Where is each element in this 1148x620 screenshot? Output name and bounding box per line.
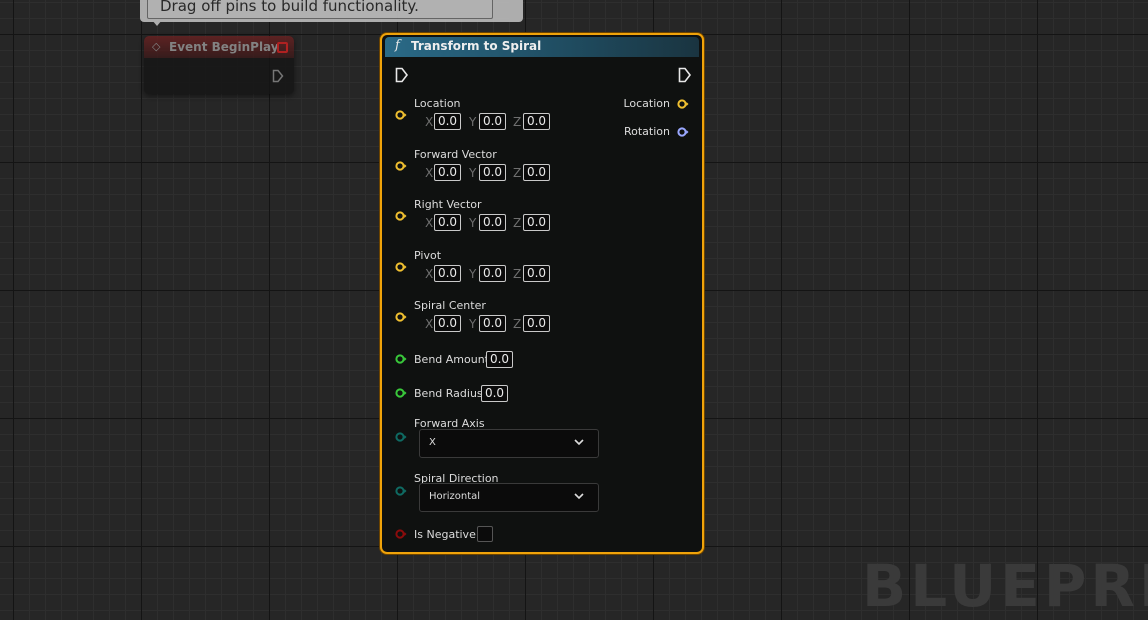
blueprint-watermark: BLUEPRI (862, 552, 1148, 620)
y-axis-label: Y (469, 317, 477, 331)
comment-tail (152, 20, 162, 26)
output-rotation-pin-icon[interactable] (677, 127, 689, 137)
right-vector-x-field[interactable]: 0.0 (434, 214, 461, 231)
delegate-pin-icon[interactable] (277, 42, 288, 53)
location-label: Location (414, 97, 461, 110)
output-location-label: Location (623, 97, 670, 110)
z-axis-label: Z (513, 267, 522, 281)
location-x-field[interactable]: 0.0 (434, 113, 461, 130)
x-axis-label: X (425, 267, 434, 281)
forward-axis-dropdown[interactable]: X (419, 429, 599, 458)
z-axis-label: Z (513, 166, 522, 180)
node-title: Transform to Spiral (411, 39, 542, 53)
spiral-direction-dropdown[interactable]: Horizontal (419, 483, 599, 512)
y-axis-label: Y (469, 166, 477, 180)
spiral-direction-pin-icon[interactable] (395, 486, 407, 496)
bend-amount-label: Bend Amount (414, 353, 489, 366)
comment-text-box: Drag off pins to build functionality. (147, 0, 493, 19)
right-vector-input-row: Right Vector X 0.0 Y 0.0 Z 0.0 (382, 198, 582, 238)
forward-vector-z-field[interactable]: 0.0 (523, 164, 550, 181)
is-negative-label: Is Negative (414, 528, 476, 541)
chevron-down-icon (574, 439, 584, 446)
forward-axis-pin-icon[interactable] (395, 432, 407, 442)
transform-to-spiral-node[interactable]: f Transform to Spiral Location Rotation … (380, 33, 704, 554)
forward-vector-input-row: Forward Vector X 0.0 Y 0.0 Z 0.0 (382, 148, 582, 188)
bend-radius-label: Bend Radius (414, 387, 483, 400)
spiral-center-input-row: Spiral Center X 0.0 Y 0.0 Z 0.0 (382, 299, 582, 339)
spiral-direction-value: Horizontal (429, 491, 481, 502)
pivot-z-field[interactable]: 0.0 (523, 265, 550, 282)
forward-vector-y-field[interactable]: 0.0 (479, 164, 506, 181)
location-z-field[interactable]: 0.0 (523, 113, 550, 130)
output-rotation-label: Rotation (623, 125, 670, 138)
forward-vector-label: Forward Vector (414, 148, 497, 161)
spiral-center-z-field[interactable]: 0.0 (523, 315, 550, 332)
exec-out-pin-icon[interactable] (272, 69, 284, 83)
spiral-center-x-field[interactable]: 0.0 (434, 315, 461, 332)
x-axis-label: X (425, 216, 434, 230)
z-axis-label: Z (513, 317, 522, 331)
bend-amount-field[interactable]: 0.0 (486, 351, 513, 368)
location-pin-icon[interactable] (395, 110, 407, 120)
is-negative-pin-icon[interactable] (395, 529, 407, 539)
location-y-field[interactable]: 0.0 (479, 113, 506, 130)
x-axis-label: X (425, 166, 434, 180)
x-axis-label: X (425, 115, 434, 129)
exec-in-pin-icon[interactable] (395, 67, 409, 83)
z-axis-label: Z (513, 115, 522, 129)
pivot-y-field[interactable]: 0.0 (479, 265, 506, 282)
spiral-center-y-field[interactable]: 0.0 (479, 315, 506, 332)
output-location-pin-icon[interactable] (677, 99, 689, 109)
forward-axis-value: X (429, 437, 436, 448)
pivot-label: Pivot (414, 249, 442, 262)
z-axis-label: Z (513, 216, 522, 230)
event-node-header[interactable]: ◇ Event BeginPlay (144, 36, 294, 58)
right-vector-z-field[interactable]: 0.0 (523, 214, 550, 231)
is-negative-checkbox[interactable] (477, 526, 493, 542)
right-vector-label: Right Vector (414, 198, 482, 211)
function-icon: f (395, 38, 400, 53)
forward-vector-pin-icon[interactable] (395, 161, 407, 171)
node-header[interactable]: f Transform to Spiral (385, 37, 699, 57)
pivot-input-row: Pivot X 0.0 Y 0.0 Z 0.0 (382, 249, 582, 289)
comment-text: Drag off pins to build functionality. (160, 0, 419, 15)
y-axis-label: Y (469, 115, 477, 129)
pivot-x-field[interactable]: 0.0 (434, 265, 461, 282)
location-input-row: Location X 0.0 Y 0.0 Z 0.0 (382, 97, 582, 137)
right-vector-y-field[interactable]: 0.0 (479, 214, 506, 231)
y-axis-label: Y (469, 216, 477, 230)
right-vector-pin-icon[interactable] (395, 211, 407, 221)
forward-vector-x-field[interactable]: 0.0 (434, 164, 461, 181)
bend-radius-pin-icon[interactable] (395, 388, 407, 398)
chevron-down-icon (574, 493, 584, 500)
spiral-center-pin-icon[interactable] (395, 312, 407, 322)
x-axis-label: X (425, 317, 434, 331)
exec-out-pin-icon[interactable] (678, 67, 692, 83)
event-node-title: Event BeginPlay (169, 40, 279, 54)
pivot-pin-icon[interactable] (395, 262, 407, 272)
event-diamond-icon: ◇ (152, 40, 161, 53)
y-axis-label: Y (469, 267, 477, 281)
event-beginplay-node[interactable]: ◇ Event BeginPlay (144, 36, 294, 94)
bend-amount-pin-icon[interactable] (395, 354, 407, 364)
bend-radius-field[interactable]: 0.0 (481, 385, 508, 402)
spiral-center-label: Spiral Center (414, 299, 486, 312)
comment-bubble[interactable]: Drag off pins to build functionality. (140, 0, 523, 26)
